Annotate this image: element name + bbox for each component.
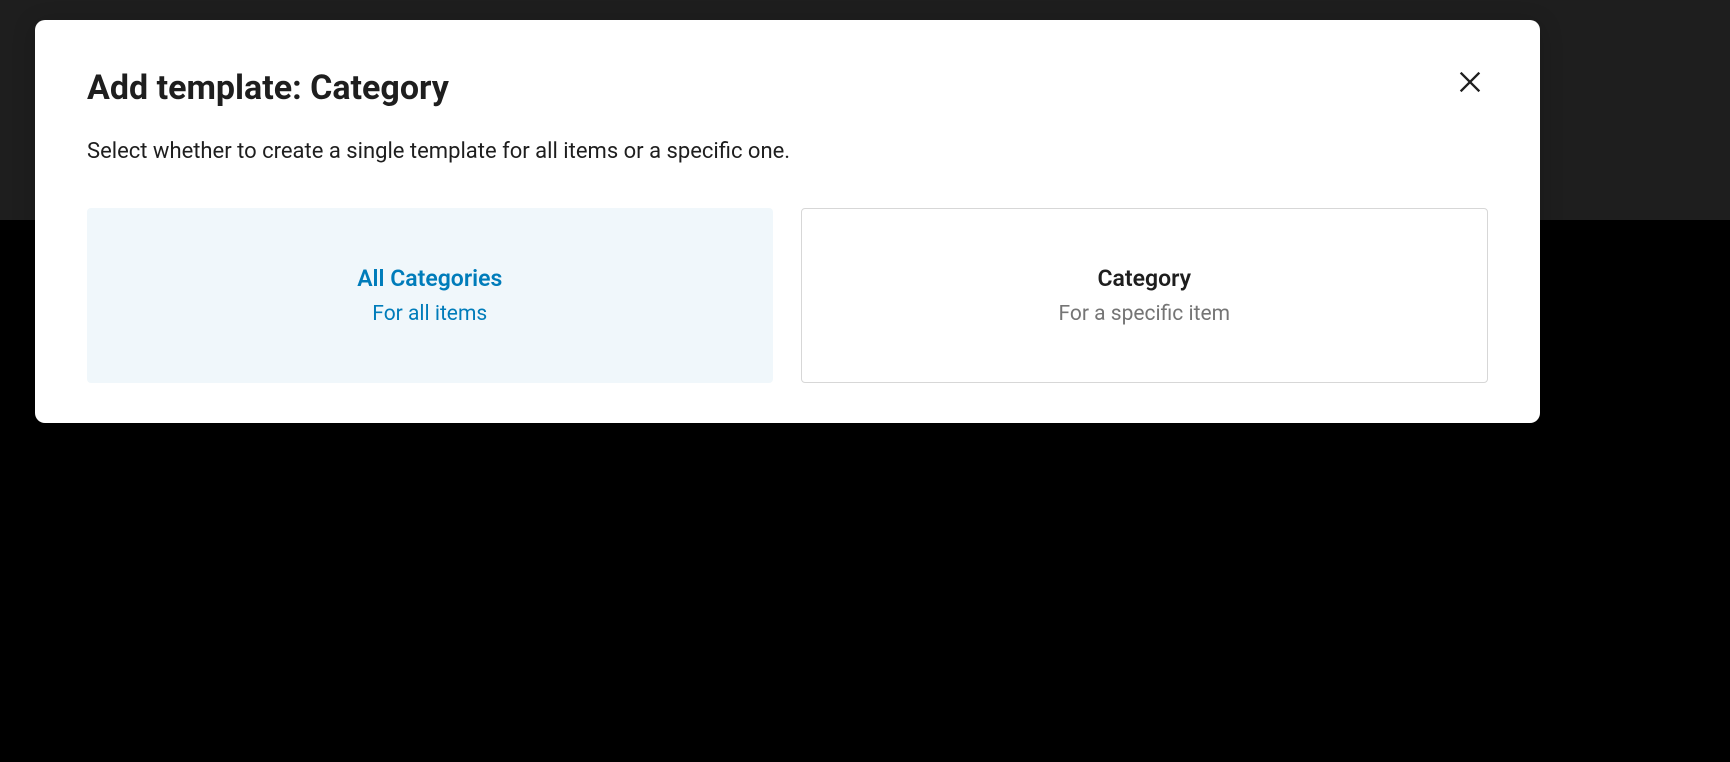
close-button[interactable]	[1452, 64, 1488, 100]
option-subtitle: For all items	[372, 302, 487, 326]
add-template-modal: Add template: Category Select whether to…	[35, 20, 1540, 423]
modal-header: Add template: Category	[87, 68, 1488, 109]
template-options: All Categories For all items Category Fo…	[87, 208, 1488, 383]
modal-title: Add template: Category	[87, 68, 449, 109]
option-category[interactable]: Category For a specific item	[801, 208, 1489, 383]
modal-description: Select whether to create a single templa…	[87, 137, 1488, 168]
close-icon	[1456, 68, 1484, 96]
option-title: All Categories	[357, 265, 502, 292]
option-subtitle: For a specific item	[1058, 302, 1230, 326]
option-all-categories[interactable]: All Categories For all items	[87, 208, 773, 383]
option-title: Category	[1098, 265, 1192, 292]
